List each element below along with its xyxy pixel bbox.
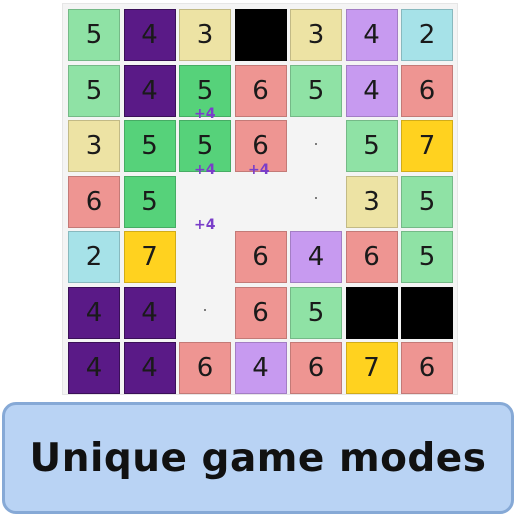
board-tile[interactable]: 7: [401, 120, 453, 172]
board-tile[interactable]: 4: [123, 342, 176, 394]
board-tile[interactable]: 3: [345, 175, 398, 228]
board-tile[interactable]: 5: [290, 64, 342, 117]
board-tile[interactable]: 6: [234, 64, 287, 117]
board-tile[interactable]: 6: [234, 286, 287, 339]
board-tile[interactable]: 4: [123, 64, 176, 117]
board-tile[interactable]: 6: [68, 175, 120, 228]
board-tile[interactable]: 6: [179, 342, 231, 394]
board-tile[interactable]: 4: [345, 9, 398, 61]
promo-banner: Unique game modes: [2, 402, 514, 514]
board-tile[interactable]: 3: [179, 9, 231, 61]
board-tile[interactable]: 2: [68, 231, 120, 283]
board-tile[interactable]: 6: [401, 64, 453, 117]
board-tile[interactable]: 5: [68, 9, 120, 61]
board-tile[interactable]: 3: [68, 120, 120, 172]
board-tile[interactable]: 6: [234, 231, 287, 283]
bonus-label: +4: [248, 162, 270, 178]
board-tile[interactable]: [345, 286, 398, 339]
board-tile[interactable]: 5: [401, 231, 453, 283]
board-tile[interactable]: 4: [123, 9, 176, 61]
bonus-label: +4: [194, 217, 216, 233]
board-tile[interactable]: 4: [68, 286, 120, 339]
board-tile[interactable]: 7: [123, 231, 176, 283]
board-tile[interactable]: 5: [401, 175, 453, 228]
board-tile[interactable]: 6: [401, 342, 453, 394]
board-tile[interactable]: 6: [290, 342, 342, 394]
board-tile[interactable]: 6: [345, 231, 398, 283]
board-tile[interactable]: 3: [290, 9, 342, 61]
board-tile[interactable]: 4: [290, 231, 342, 283]
bonus-label: +4: [194, 106, 216, 122]
board-tile[interactable]: [401, 286, 453, 339]
board-tile[interactable]: 5: [123, 175, 176, 228]
board-tile[interactable]: 5: [123, 120, 176, 172]
board-tile[interactable]: 4: [234, 342, 287, 394]
empty-cell-marker: [204, 309, 206, 311]
board-tile[interactable]: 5: [68, 64, 120, 117]
board-tile[interactable]: 5: [345, 120, 398, 172]
bonus-label: +4: [194, 162, 216, 178]
game-board: 5433425456546355657653527646544654464676…: [62, 3, 458, 395]
board-tile[interactable]: 4: [68, 342, 120, 394]
board-tile[interactable]: [234, 9, 287, 61]
board-tile[interactable]: 4: [123, 286, 176, 339]
empty-cell-marker: [315, 197, 317, 199]
board-tile[interactable]: 7: [345, 342, 398, 394]
empty-cell-marker: [315, 143, 317, 145]
board-tile[interactable]: 5: [290, 286, 342, 339]
board-tile[interactable]: 2: [401, 9, 453, 61]
board-tile[interactable]: 4: [345, 64, 398, 117]
banner-title: Unique game modes: [29, 435, 487, 481]
